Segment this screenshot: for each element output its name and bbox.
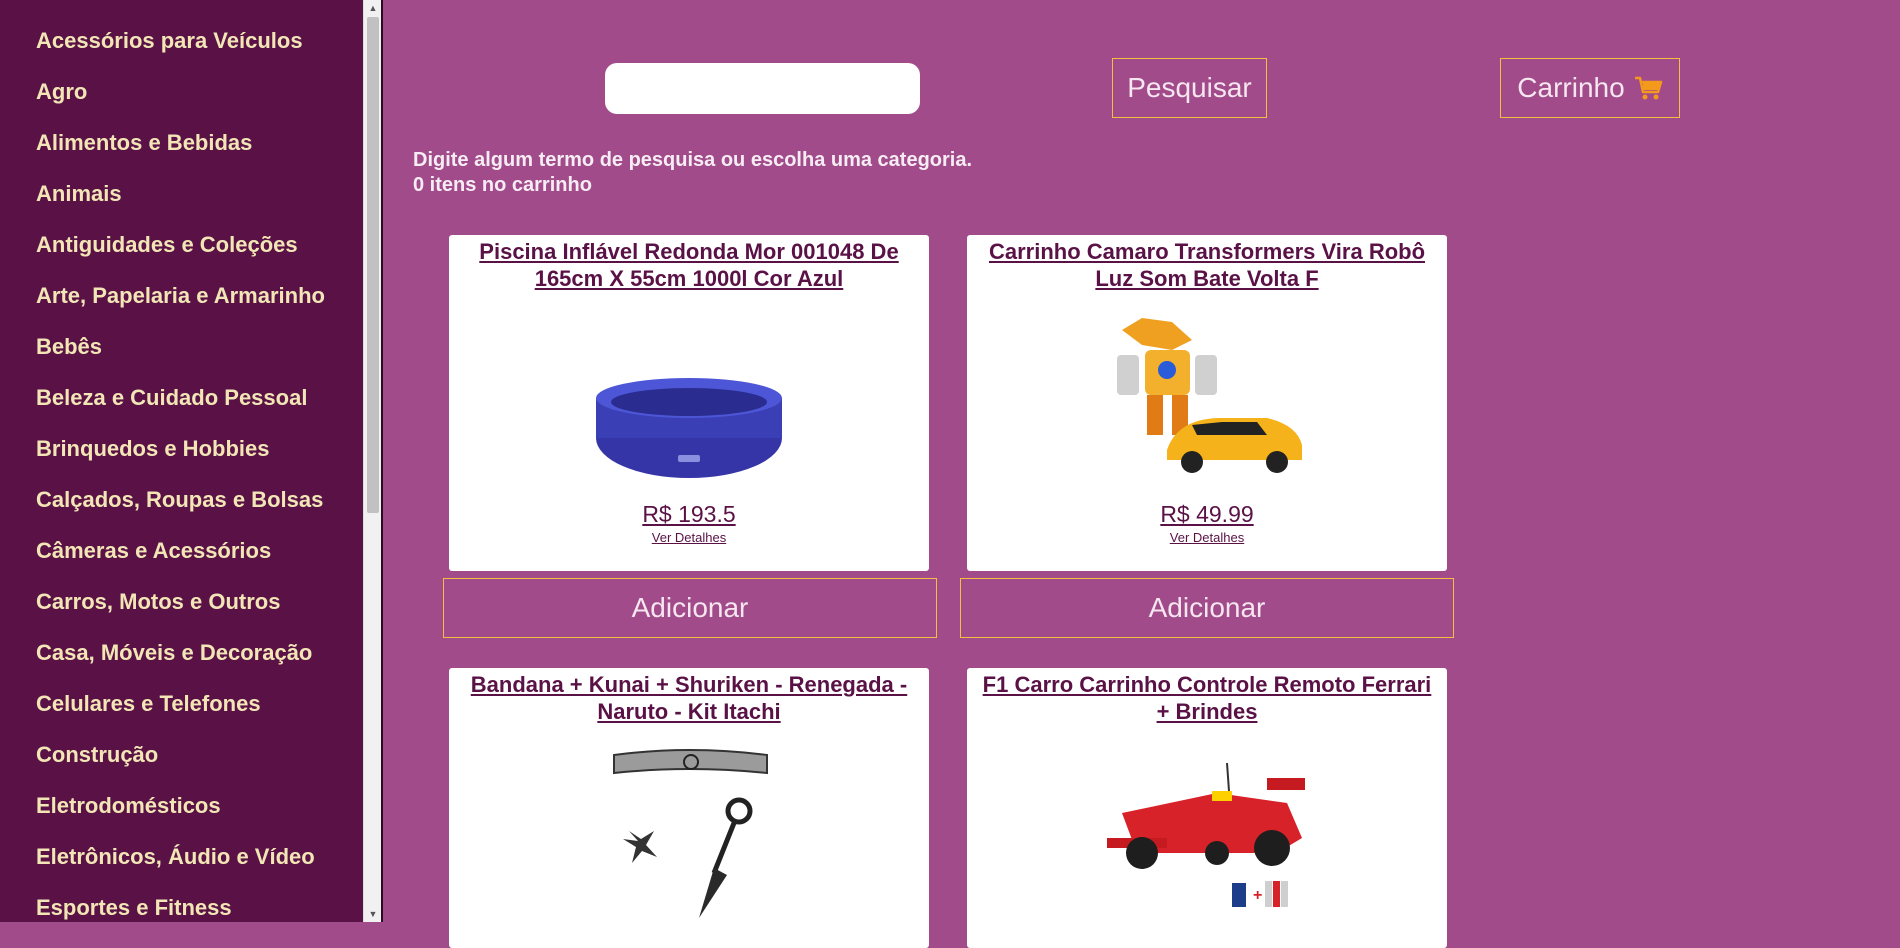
product-title-link[interactable]: Carrinho Camaro Transformers Vira Robô L… — [967, 235, 1447, 292]
scroll-thumb[interactable] — [367, 17, 379, 513]
cart-button[interactable]: Carrinho — [1500, 58, 1680, 118]
scroll-up-arrow-icon[interactable]: ▲ — [364, 0, 382, 16]
sidebar-divider — [381, 0, 383, 922]
category-item[interactable]: Antiguidades e Coleções — [0, 224, 363, 275]
scroll-down-arrow-icon[interactable]: ▼ — [364, 906, 382, 922]
cart-button-label: Carrinho — [1517, 72, 1625, 103]
category-item[interactable]: Brinquedos e Hobbies — [0, 428, 363, 479]
category-item[interactable]: Esportes e Fitness — [0, 887, 363, 922]
sidebar-scrollbar[interactable]: ▲ ▼ — [363, 0, 382, 922]
shopping-cart-icon — [1634, 76, 1662, 100]
info-block: Digite algum termo de pesquisa ou escolh… — [413, 148, 972, 198]
view-details-link[interactable]: Ver Detalhes — [967, 530, 1447, 545]
product-price[interactable]: R$ 49.99 — [967, 501, 1447, 528]
category-item[interactable]: Beleza e Cuidado Pessoal — [0, 377, 363, 428]
category-sidebar: Acessórios para Veículos Agro Alimentos … — [0, 0, 363, 922]
add-button-label: Adicionar — [1148, 592, 1266, 623]
category-item[interactable]: Eletrônicos, Áudio e Vídeo — [0, 836, 363, 887]
robot-car-image — [1117, 318, 1302, 473]
product-card: Carrinho Camaro Transformers Vira Robô L… — [967, 235, 1447, 571]
product-card: F1 Carro Carrinho Controle Remoto Ferrar… — [967, 668, 1447, 948]
category-item[interactable]: Construção — [0, 734, 363, 785]
category-item[interactable]: Animais — [0, 173, 363, 224]
add-to-cart-button[interactable]: Adicionar — [960, 578, 1454, 638]
category-item[interactable]: Celulares e Telefones — [0, 683, 363, 734]
category-item[interactable]: Casa, Móveis e Decoração — [0, 632, 363, 683]
category-item[interactable]: Arte, Papelaria e Armarinho — [0, 275, 363, 326]
category-item[interactable]: Agro — [0, 71, 363, 122]
product-title-link[interactable]: Bandana + Kunai + Shuriken - Renegada - … — [449, 668, 929, 725]
svg-text:+: + — [1253, 887, 1262, 904]
cart-count-text: 0 itens no carrinho — [413, 174, 592, 196]
category-item[interactable]: Carros, Motos e Outros — [0, 581, 363, 632]
category-item[interactable]: Calçados, Roupas e Bolsas — [0, 479, 363, 530]
f1-car-image: + — [1107, 762, 1305, 907]
category-item[interactable]: Acessórios para Veículos — [0, 20, 363, 71]
add-button-label: Adicionar — [631, 592, 749, 623]
add-to-cart-button[interactable]: Adicionar — [443, 578, 937, 638]
product-title-link[interactable]: Piscina Inflável Redonda Mor 001048 De 1… — [449, 235, 929, 292]
category-item[interactable]: Alimentos e Bebidas — [0, 122, 363, 173]
ninja-kit-image — [613, 749, 768, 918]
search-prompt-text: Digite algum termo de pesquisa ou escolh… — [413, 149, 973, 171]
view-details-link[interactable]: Ver Detalhes — [449, 530, 929, 545]
search-input[interactable] — [605, 63, 920, 114]
category-item[interactable]: Eletrodomésticos — [0, 785, 363, 836]
category-item[interactable]: Câmeras e Acessórios — [0, 530, 363, 581]
product-card: Bandana + Kunai + Shuriken - Renegada - … — [449, 668, 929, 948]
product-title-link[interactable]: F1 Carro Carrinho Controle Remoto Ferrar… — [967, 668, 1447, 725]
category-item[interactable]: Bebês — [0, 326, 363, 377]
search-button[interactable]: Pesquisar — [1112, 58, 1267, 118]
search-button-label: Pesquisar — [1127, 72, 1252, 103]
product-card: Piscina Inflável Redonda Mor 001048 De 1… — [449, 235, 929, 571]
product-price[interactable]: R$ 193.5 — [449, 501, 929, 528]
